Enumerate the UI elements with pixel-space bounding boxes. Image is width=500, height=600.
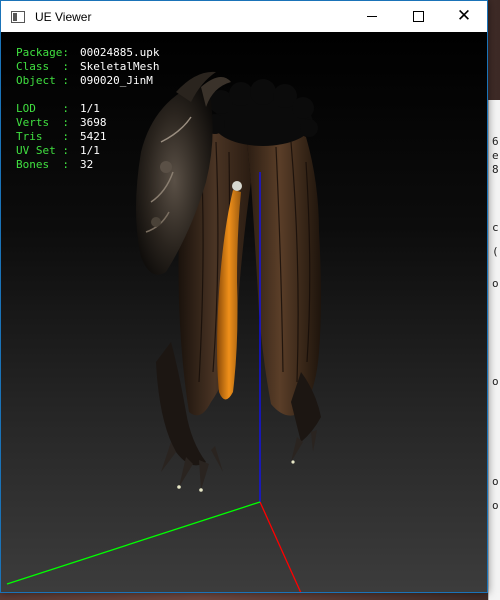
window-title: UE Viewer — [35, 9, 92, 24]
object-value: 090020_JinM — [80, 74, 153, 87]
package-value: 00024885.upk — [80, 46, 160, 59]
bg-text-fragment: e — [492, 149, 499, 162]
mesh-info-overlay: Package: 00024885.upk Class : SkeletalMe… — [16, 46, 159, 172]
bones-label: Bones : — [16, 158, 69, 171]
info-row-object: Object : 090020_JinM — [16, 74, 159, 88]
uvset-value: 1/1 — [80, 144, 100, 157]
tris-value: 5421 — [80, 130, 107, 143]
verts-label: Verts : — [16, 116, 69, 129]
stat-row-bones: Bones : 32 — [16, 158, 159, 172]
bg-text-fragment: c — [492, 221, 499, 234]
x-axis-line — [259, 501, 302, 592]
tris-label: Tris : — [16, 130, 69, 143]
caption-buttons: ✕ — [349, 1, 487, 32]
info-row-class: Class : SkeletalMesh — [16, 60, 159, 74]
close-icon: ✕ — [456, 6, 472, 26]
mesh-highlight — [232, 181, 242, 191]
stat-row-lod: LOD : 1/1 — [16, 102, 159, 116]
uvset-label: UV Set : — [16, 144, 69, 157]
stat-row-verts: Verts : 3698 — [16, 116, 159, 130]
stat-row-uvset: UV Set : 1/1 — [16, 144, 159, 158]
title-bar[interactable]: UE Viewer ✕ — [1, 1, 487, 32]
app-window-icon[interactable] — [11, 10, 25, 23]
class-value: SkeletalMesh — [80, 60, 160, 73]
bg-text-fragment: o — [492, 499, 499, 512]
info-row-package: Package: 00024885.upk — [16, 46, 159, 60]
bg-text-fragment: 8 — [492, 163, 499, 176]
y-axis-line — [6, 501, 261, 585]
class-label: Class : — [16, 60, 69, 73]
ue-viewer-window: UE Viewer ✕ Package: 00024885.upk Class … — [0, 0, 488, 593]
bg-text-fragment: o — [492, 475, 499, 488]
bg-text-fragment: ( — [492, 245, 499, 258]
stat-row-tris: Tris : 5421 — [16, 130, 159, 144]
3d-viewport[interactable]: Package: 00024885.upk Class : SkeletalMe… — [1, 32, 487, 592]
verts-value: 3698 — [80, 116, 107, 129]
lod-label: LOD : — [16, 102, 69, 115]
minimize-button[interactable] — [349, 1, 395, 32]
minimize-icon — [367, 16, 377, 17]
package-label: Package: — [16, 46, 69, 59]
close-button[interactable]: ✕ — [441, 1, 487, 32]
object-label: Object : — [16, 74, 69, 87]
maximize-button[interactable] — [395, 1, 441, 32]
background-window-edge: 6 e 8 c ( o o o o — [488, 100, 500, 600]
bg-text-fragment: 6 — [492, 135, 499, 148]
bg-text-fragment: o — [492, 277, 499, 290]
bones-value: 32 — [80, 158, 94, 171]
bg-text-fragment: o — [492, 375, 499, 388]
maximize-icon — [412, 11, 424, 22]
lod-value: 1/1 — [80, 102, 100, 115]
